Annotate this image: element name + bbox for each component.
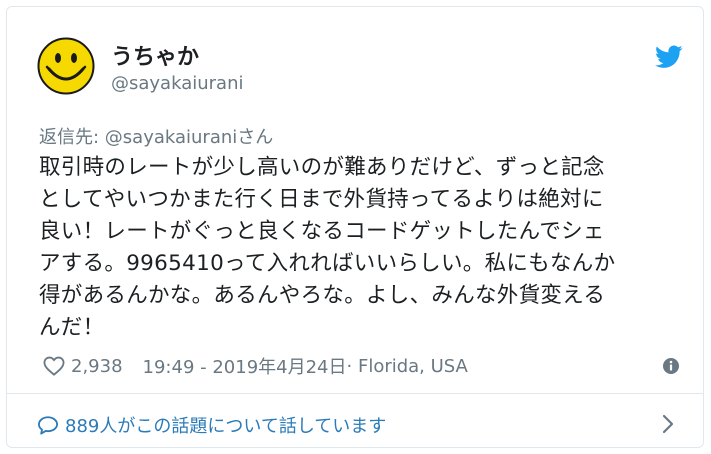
reply-handle-link[interactable]: @sayakaiurani: [105, 127, 237, 148]
author-display-name[interactable]: うちゃか: [111, 39, 199, 71]
reply-suffix: さん: [237, 127, 274, 148]
tweet-line: んだ！: [39, 315, 105, 340]
heart-icon[interactable]: [43, 356, 65, 376]
conversation-link[interactable]: 889人がこの話題について話しています: [37, 412, 386, 438]
reply-prefix: 返信先:: [39, 127, 105, 148]
speech-bubble-icon: [38, 416, 58, 435]
smiley-face-icon[interactable]: [37, 37, 95, 95]
tweet-line: アする。9965410って入れればいいらしい。私にもなんか: [39, 251, 616, 276]
chevron-right-icon[interactable]: [661, 413, 675, 435]
tweet-line: 取引時のレートが少し高いのが難ありだけど、ずっと記念: [39, 155, 605, 180]
tweet-line: 得があるんかな。あるんやろな。よし、みんな外貨変える: [39, 283, 606, 308]
like-count[interactable]: 2,938: [71, 356, 123, 377]
tweet-timestamp[interactable]: 19:49 - 2019年4月24日: [143, 353, 347, 379]
info-icon[interactable]: [662, 357, 680, 375]
author-screen-name[interactable]: @sayakaiurani: [111, 73, 243, 94]
tweet-line: としてやいつかまた行く日まで外貨持ってるよりは絶対に: [39, 187, 604, 212]
tweet-card: うちゃか @sayakaiurani 返信先: @sayakaiuraniさん …: [6, 6, 704, 448]
reply-to-line: 返信先: @sayakaiuraniさん: [39, 123, 273, 149]
conversation-text[interactable]: 889人がこの話題について話しています: [65, 412, 386, 438]
tweet-location[interactable]: · Florida, USA: [347, 356, 468, 377]
twitter-bird-icon[interactable]: [655, 45, 683, 69]
tweet-meta: 2,938 19:49 - 2019年4月24日 · Florida, USA: [43, 353, 468, 379]
tweet-text: 取引時のレートが少し高いのが難ありだけど、ずっと記念 としてやいつかまた行く日ま…: [39, 152, 689, 344]
tweet-line: 良い！レートがぐっと良くなるコードゲットしたんでシェ: [39, 219, 605, 244]
footer-divider: [7, 393, 703, 394]
